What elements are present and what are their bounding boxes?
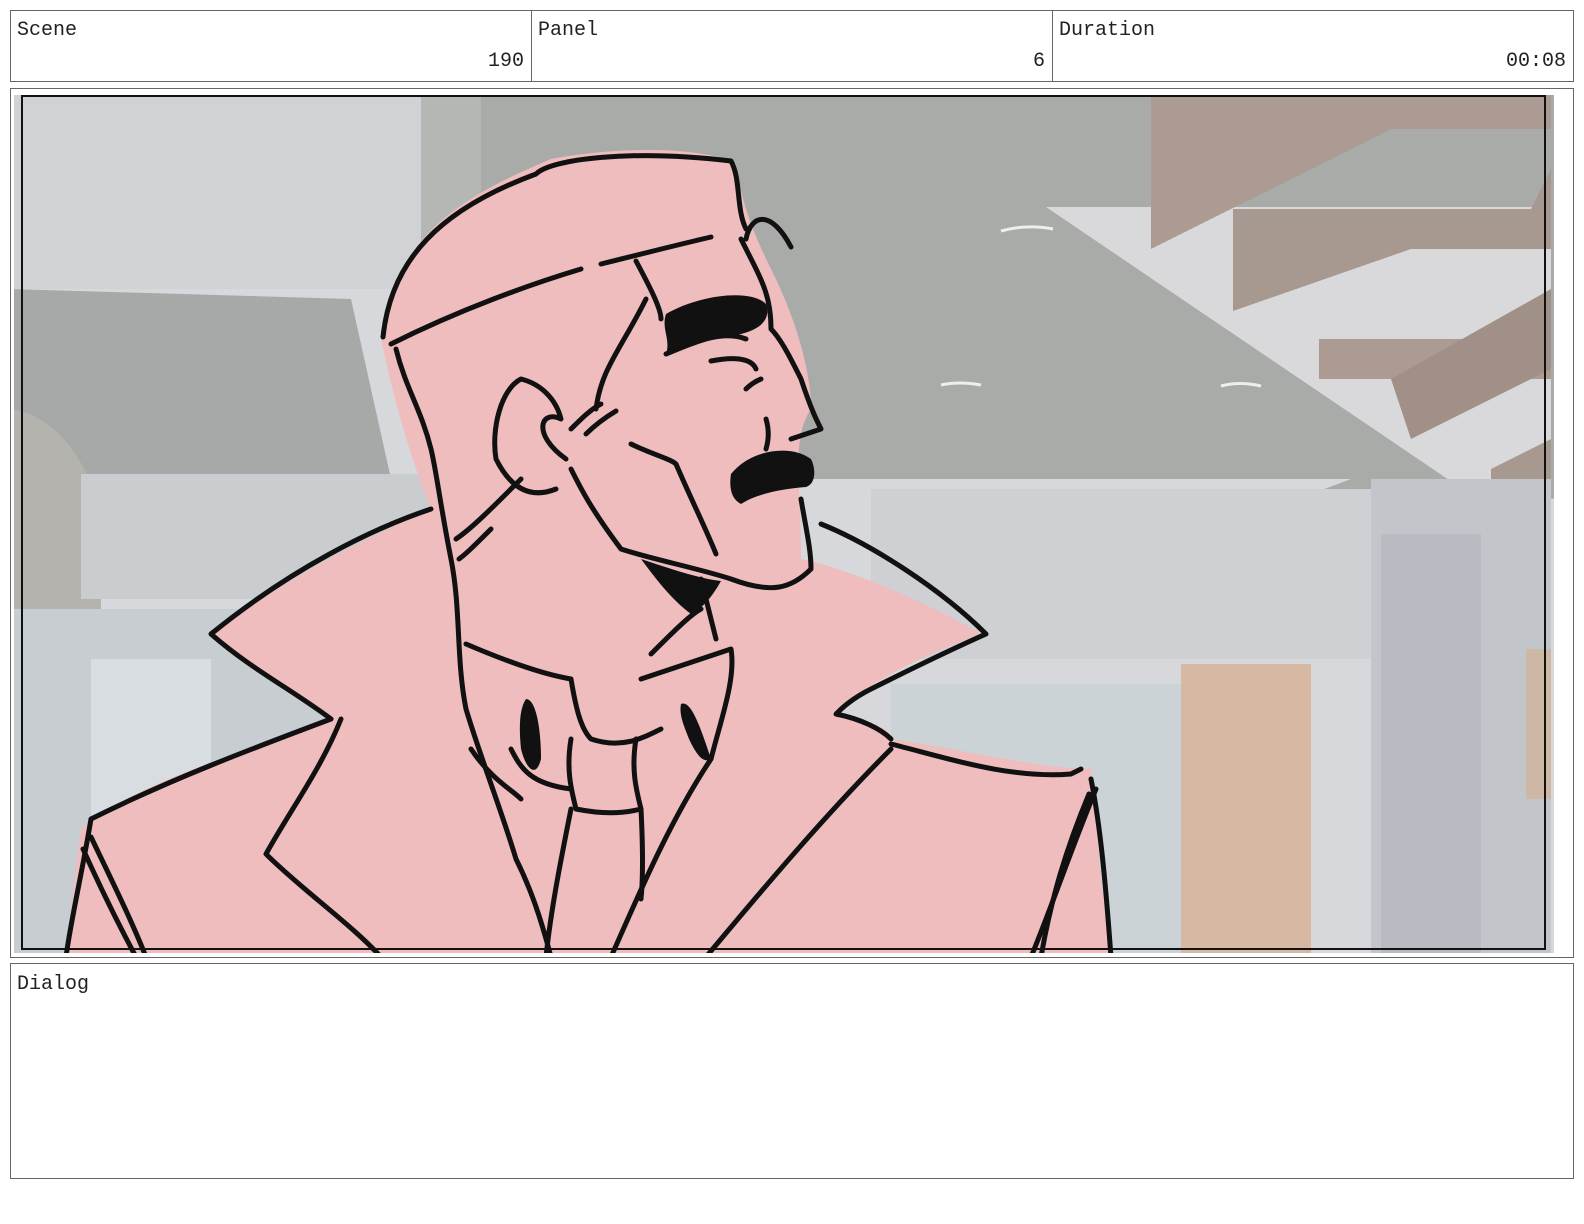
scene-number: 190 <box>487 50 524 73</box>
storyboard-drawing <box>14 95 1554 953</box>
duration-value: 00:08 <box>1505 50 1566 73</box>
dialog-box[interactable]: Dialog <box>10 963 1574 1179</box>
scene-label: Scene <box>17 19 78 42</box>
storyboard-frame <box>10 88 1574 958</box>
duration-cell: Duration 00:08 <box>1053 11 1573 81</box>
duration-label: Duration <box>1059 19 1156 42</box>
panel-number: 6 <box>1032 50 1045 73</box>
dialog-label: Dialog <box>17 973 90 996</box>
panel-info-header: Scene 190 Panel 6 Duration 00:08 <box>10 10 1574 82</box>
panel-cell: Panel 6 <box>532 11 1053 81</box>
scene-cell: Scene 190 <box>11 11 532 81</box>
curtain <box>1181 664 1311 953</box>
panel-label: Panel <box>538 19 599 42</box>
